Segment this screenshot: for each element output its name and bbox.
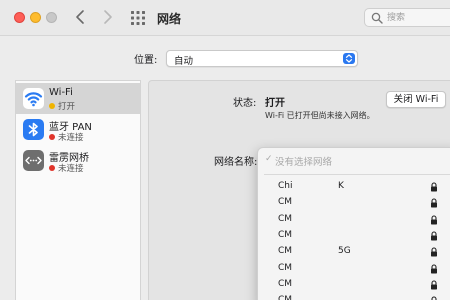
network-preferences-window: 网络 位置: 自动 Wi-Fi 打开	[0, 0, 450, 300]
network-name-menu[interactable]: ✓ 没有选择网络 Chi K CM CM CM CM 5G CM CM CM	[257, 147, 450, 300]
network-menu-item[interactable]: CM	[258, 261, 450, 277]
service-name: Wi-Fi	[49, 87, 73, 98]
service-status: 未连接	[49, 131, 84, 143]
status-value: 打开	[265, 98, 285, 109]
network-name-prefix: CM	[278, 246, 293, 257]
lock-icon	[431, 182, 437, 192]
network-menu-item[interactable]: Chi K	[258, 179, 450, 195]
status-dot-icon	[49, 165, 55, 171]
chevron-left-icon	[76, 10, 84, 24]
lock-icon	[431, 296, 437, 300]
search-field[interactable]	[364, 8, 450, 27]
network-name-prefix: CM	[278, 295, 292, 300]
status-label: 状态:	[233, 98, 257, 109]
popup-stepper-icon	[343, 53, 355, 64]
network-menu-item[interactable]: CM	[258, 212, 450, 228]
no-network-label: 没有选择网络	[275, 157, 333, 168]
network-menu-item[interactable]: CM	[258, 195, 450, 211]
status-description: Wi-Fi 已打开但尚未接入网络。	[265, 111, 375, 120]
lock-icon	[431, 247, 437, 257]
service-list: Wi-Fi 打开 蓝牙 PAN 未连接 雷雳网桥 未连接	[15, 80, 141, 300]
location-value: 自动	[174, 56, 194, 67]
service-status: 打开	[49, 100, 75, 112]
turn-off-wifi-button[interactable]: 关闭 Wi-Fi	[386, 91, 446, 108]
lock-icon	[431, 215, 437, 225]
location-select[interactable]: 自动	[166, 50, 358, 67]
menu-item-no-network: ✓ 没有选择网络	[258, 148, 450, 172]
network-name-suffix: 5G	[338, 246, 351, 257]
wifi-icon	[23, 88, 44, 109]
search-input[interactable]	[387, 10, 450, 25]
location-label: 位置:	[134, 55, 158, 66]
service-item-wifi[interactable]: Wi-Fi 打开	[16, 83, 140, 114]
status-dot-icon	[49, 134, 55, 140]
network-name-prefix: CM	[278, 213, 293, 224]
service-item-thunderbolt-bridge[interactable]: 雷雳网桥 未连接	[16, 145, 140, 176]
lock-icon	[431, 280, 437, 290]
zoom-window-button[interactable]	[46, 12, 57, 23]
network-name-suffix: K	[338, 181, 344, 191]
network-name-prefix: CM	[278, 229, 293, 240]
forward-button[interactable]	[98, 8, 116, 26]
lock-icon	[431, 198, 437, 208]
network-name-prefix: CM	[278, 262, 293, 273]
show-all-button[interactable]	[130, 10, 146, 26]
status-dot-icon	[49, 103, 55, 109]
toolbar: 网络	[0, 0, 450, 36]
back-button[interactable]	[72, 8, 90, 26]
network-name-prefix: CM	[278, 278, 293, 289]
thunderbolt-bridge-icon	[23, 150, 44, 171]
close-window-button[interactable]	[14, 12, 25, 23]
network-name-label: 网络名称:	[214, 157, 258, 168]
bluetooth-icon	[23, 119, 44, 140]
grid-icon	[131, 11, 145, 25]
lock-icon	[431, 231, 437, 241]
service-status-text: 未连接	[58, 133, 84, 143]
chevron-right-icon	[104, 10, 112, 24]
service-item-bluetooth-pan[interactable]: 蓝牙 PAN 未连接	[16, 114, 140, 145]
search-icon	[371, 12, 383, 24]
minimize-window-button[interactable]	[30, 12, 41, 23]
network-menu-item[interactable]: CM	[258, 277, 450, 293]
service-status-text: 打开	[58, 102, 76, 112]
menu-separator	[264, 174, 450, 175]
network-menu-item[interactable]: CM 5G	[258, 244, 450, 260]
network-name-prefix: CM	[278, 197, 293, 208]
lock-icon	[431, 263, 437, 273]
checkmark-icon: ✓	[265, 154, 273, 164]
network-menu-item[interactable]: CM	[258, 228, 450, 244]
service-status-text: 未连接	[58, 164, 84, 174]
service-status: 未连接	[49, 162, 84, 174]
network-menu-item[interactable]: CM	[258, 293, 450, 300]
window-title: 网络	[157, 12, 182, 26]
network-name-prefix: Chi	[278, 181, 293, 191]
